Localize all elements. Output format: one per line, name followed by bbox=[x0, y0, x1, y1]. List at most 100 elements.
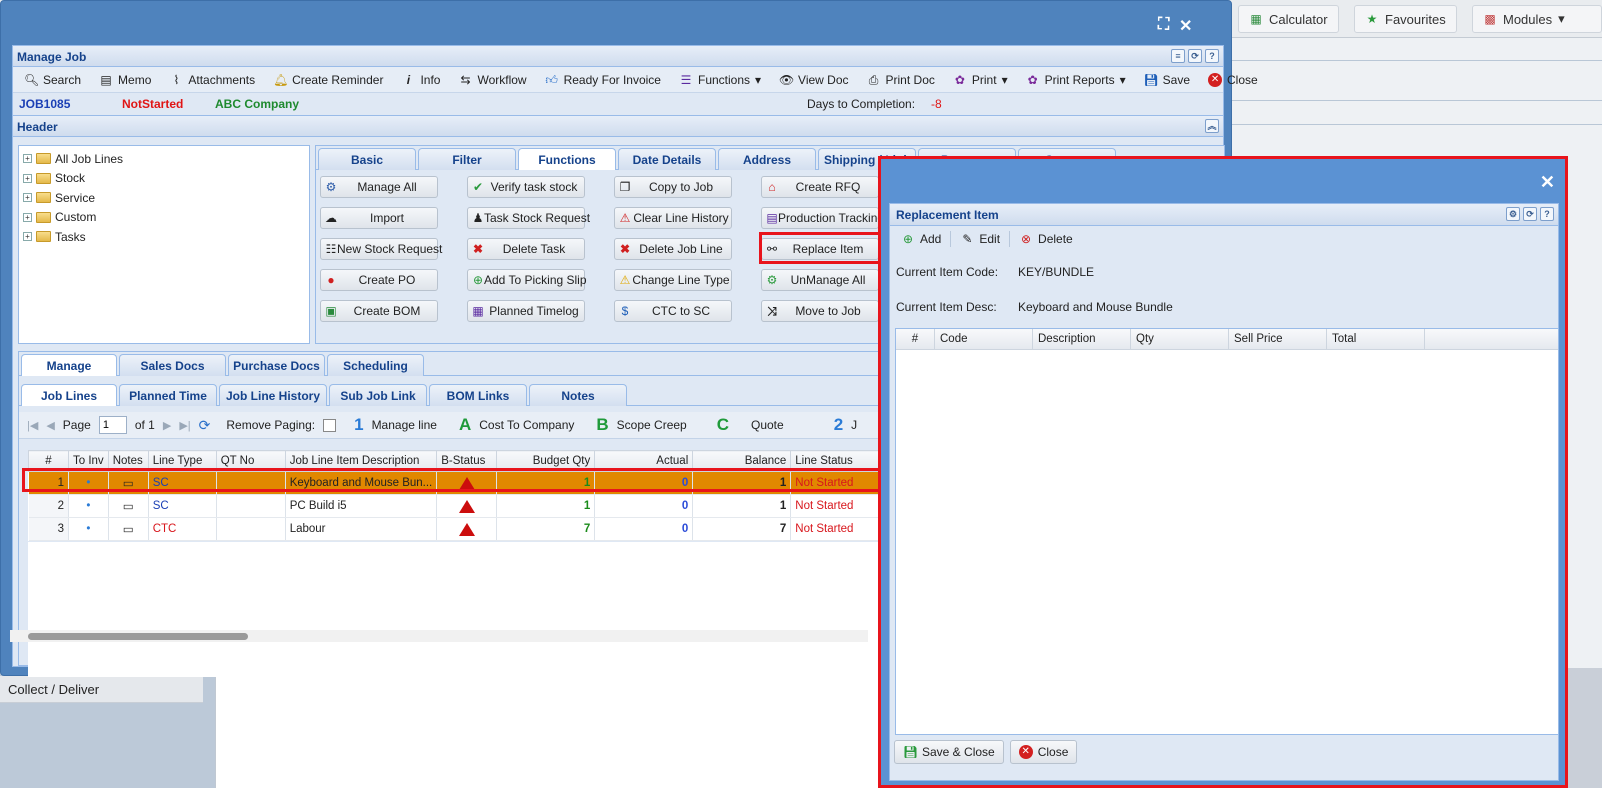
task-stock-request-button[interactable]: ♟ Task Stock Request bbox=[467, 207, 590, 229]
copy-to-job-button[interactable]: ❐ Copy to Job bbox=[614, 176, 732, 198]
table-row[interactable]: 3 • ▭ CTC Labour 7 0 7 Not Started bbox=[28, 517, 893, 541]
help-icon[interactable]: ? bbox=[1540, 207, 1554, 221]
panel-help-icon[interactable]: ? bbox=[1205, 49, 1219, 63]
tab-date-details[interactable]: Date Details bbox=[618, 148, 716, 170]
expand-icon[interactable]: + bbox=[23, 193, 32, 203]
tab-bom-links[interactable]: BOM Links bbox=[429, 384, 527, 406]
column-header[interactable]: B-Status bbox=[436, 450, 498, 472]
tab-planned-time[interactable]: Planned Time bbox=[119, 384, 217, 406]
import-button[interactable]: ☁ Import bbox=[320, 207, 438, 229]
clear-line-history-button[interactable]: ⚠ Clear Line History bbox=[614, 207, 732, 229]
column-header[interactable]: Line Type bbox=[147, 450, 217, 472]
calculator-button[interactable]: ▦ Calculator bbox=[1238, 5, 1339, 33]
panel-refresh-icon[interactable]: ⟳ bbox=[1188, 49, 1202, 63]
prev-page-icon[interactable]: ◀ bbox=[46, 419, 54, 432]
tab-purchase-docs[interactable]: Purchase Docs bbox=[228, 354, 325, 376]
delete-button[interactable]: ⊗ Delete bbox=[1010, 228, 1082, 250]
favourites-button[interactable]: ★ Favourites bbox=[1354, 5, 1457, 33]
column-header[interactable]: Budget Qty bbox=[496, 450, 596, 472]
to-inv-dot-icon[interactable]: • bbox=[68, 517, 109, 541]
tab-scheduling[interactable]: Scheduling bbox=[327, 354, 424, 376]
tree-node-service[interactable]: + Service bbox=[23, 188, 305, 208]
settings-icon[interactable]: ⚙ bbox=[1506, 207, 1520, 221]
create-reminder-button[interactable]: 🔔︎ Create Reminder bbox=[264, 69, 392, 91]
delete-task-button[interactable]: ✖ Delete Task bbox=[467, 238, 585, 260]
add-button[interactable]: ⊕ Add bbox=[892, 228, 950, 250]
column-header[interactable]: # bbox=[28, 450, 69, 472]
first-page-icon[interactable]: |◀ bbox=[27, 419, 38, 432]
tab-basic[interactable]: Basic bbox=[318, 148, 416, 170]
collapse-icon[interactable]: ︽ bbox=[1205, 119, 1219, 133]
workflow-button[interactable]: ⇆ Workflow bbox=[449, 69, 535, 91]
functions-menu-button[interactable]: ☰ Functions ▾ bbox=[670, 69, 770, 91]
planned-timelog-button[interactable]: ▦ Planned Timelog bbox=[467, 300, 585, 322]
dialog-close-button[interactable]: ✕ Close bbox=[1009, 740, 1078, 764]
notes-icon[interactable]: ▭ bbox=[108, 471, 149, 495]
column-header[interactable]: Job Line Item Description bbox=[284, 450, 438, 472]
new-stock-request-button[interactable]: ☷ New Stock Request bbox=[320, 238, 442, 260]
tab-filter[interactable]: Filter bbox=[418, 148, 516, 170]
scrollbar-thumb[interactable] bbox=[28, 633, 248, 640]
modules-button[interactable]: ▩ Modules ▾ bbox=[1472, 5, 1602, 33]
tab-address[interactable]: Address bbox=[718, 148, 816, 170]
column-header[interactable]: Sell Price bbox=[1229, 329, 1327, 349]
print-menu-button[interactable]: ✿ Print ▾ bbox=[944, 69, 1017, 91]
change-line-type-button[interactable]: ⚠ Change Line Type bbox=[614, 269, 732, 291]
tree-node-custom[interactable]: + Custom bbox=[23, 208, 305, 228]
remove-paging-checkbox[interactable] bbox=[323, 418, 337, 432]
production-tracking-button[interactable]: ▤ Production Tracking bbox=[761, 207, 884, 229]
tab-sales-docs[interactable]: Sales Docs bbox=[119, 354, 226, 376]
to-inv-dot-icon[interactable]: • bbox=[68, 471, 109, 495]
print-reports-button[interactable]: ✿ Print Reports ▾ bbox=[1017, 69, 1135, 91]
add-to-picking-slip-button[interactable]: ⊕ Add To Picking Slip bbox=[467, 269, 587, 291]
save-close-button[interactable]: 💾︎ Save & Close bbox=[894, 740, 1004, 764]
refresh-icon[interactable]: ⟳ bbox=[199, 417, 211, 434]
notes-icon[interactable]: ▭ bbox=[108, 517, 149, 541]
window-close-icon[interactable]: ✕ bbox=[1179, 16, 1192, 36]
manage-all-button[interactable]: ⚙ Manage All bbox=[320, 176, 438, 198]
column-header[interactable]: Qty bbox=[1131, 329, 1229, 349]
tab-manage[interactable]: Manage bbox=[21, 354, 117, 376]
attachments-button[interactable]: ⌇ Attachments bbox=[160, 69, 264, 91]
column-header[interactable]: Description bbox=[1033, 329, 1131, 349]
tab-sub-job-link[interactable]: Sub Job Link bbox=[329, 384, 427, 406]
table-row[interactable]: 1 • ▭ SC Keyboard and Mouse Bun... 1 0 1… bbox=[28, 471, 893, 495]
column-header[interactable]: Line Status bbox=[790, 450, 893, 472]
tab-notes[interactable]: Notes bbox=[529, 384, 627, 406]
create-bom-button[interactable]: ▣ Create BOM bbox=[320, 300, 438, 322]
expand-icon[interactable]: + bbox=[23, 232, 32, 242]
column-header[interactable]: QT No bbox=[215, 450, 286, 472]
horizontal-scrollbar[interactable] bbox=[10, 630, 868, 642]
column-header[interactable]: Actual bbox=[594, 450, 694, 472]
expand-icon[interactable]: + bbox=[23, 212, 32, 222]
edit-button[interactable]: ✎ Edit bbox=[951, 228, 1009, 250]
maximize-icon[interactable]: ⛶ bbox=[1158, 16, 1169, 34]
tree-node-tasks[interactable]: + Tasks bbox=[23, 227, 305, 247]
tab-functions[interactable]: Functions bbox=[518, 148, 616, 170]
tab-job-lines[interactable]: Job Lines bbox=[21, 384, 117, 406]
close-button[interactable]: ✕ Close bbox=[1199, 69, 1267, 91]
column-header[interactable]: Balance bbox=[692, 450, 792, 472]
tab-job-line-history[interactable]: Job Line History bbox=[219, 384, 327, 406]
column-header[interactable]: Code bbox=[935, 329, 1033, 349]
save-button[interactable]: 💾︎ Save bbox=[1135, 69, 1199, 91]
move-to-job-button[interactable]: ⤨ Move to Job bbox=[761, 300, 879, 322]
view-doc-button[interactable]: 👁︎ View Doc bbox=[770, 69, 857, 91]
column-header[interactable]: Notes bbox=[107, 450, 149, 472]
column-header[interactable]: To Inv bbox=[68, 450, 109, 472]
panel-list-icon[interactable]: ≡ bbox=[1171, 49, 1185, 63]
ctc-to-sc-button[interactable]: $ CTC to SC bbox=[614, 300, 732, 322]
tree-node-stock[interactable]: + Stock bbox=[23, 169, 305, 189]
sidebar-item-collect-deliver[interactable]: Collect / Deliver bbox=[0, 676, 203, 703]
header-section[interactable]: Header ︽ bbox=[13, 115, 1223, 137]
column-header[interactable]: # bbox=[896, 329, 935, 349]
expand-icon[interactable]: + bbox=[23, 154, 32, 164]
replace-item-button[interactable]: ⚯ Replace Item bbox=[761, 238, 879, 260]
last-page-icon[interactable]: ▶| bbox=[179, 419, 190, 432]
search-button[interactable]: 🔍︎ Search bbox=[15, 69, 90, 91]
create-po-button[interactable]: ● Create PO bbox=[320, 269, 438, 291]
dialog-title-bar[interactable]: ✕ bbox=[881, 159, 1565, 201]
ready-for-invoice-button[interactable]: 👍︎ Ready For Invoice bbox=[536, 69, 670, 91]
print-doc-button[interactable]: ⎙ Print Doc bbox=[858, 69, 944, 91]
info-button[interactable]: i Info bbox=[392, 69, 449, 91]
